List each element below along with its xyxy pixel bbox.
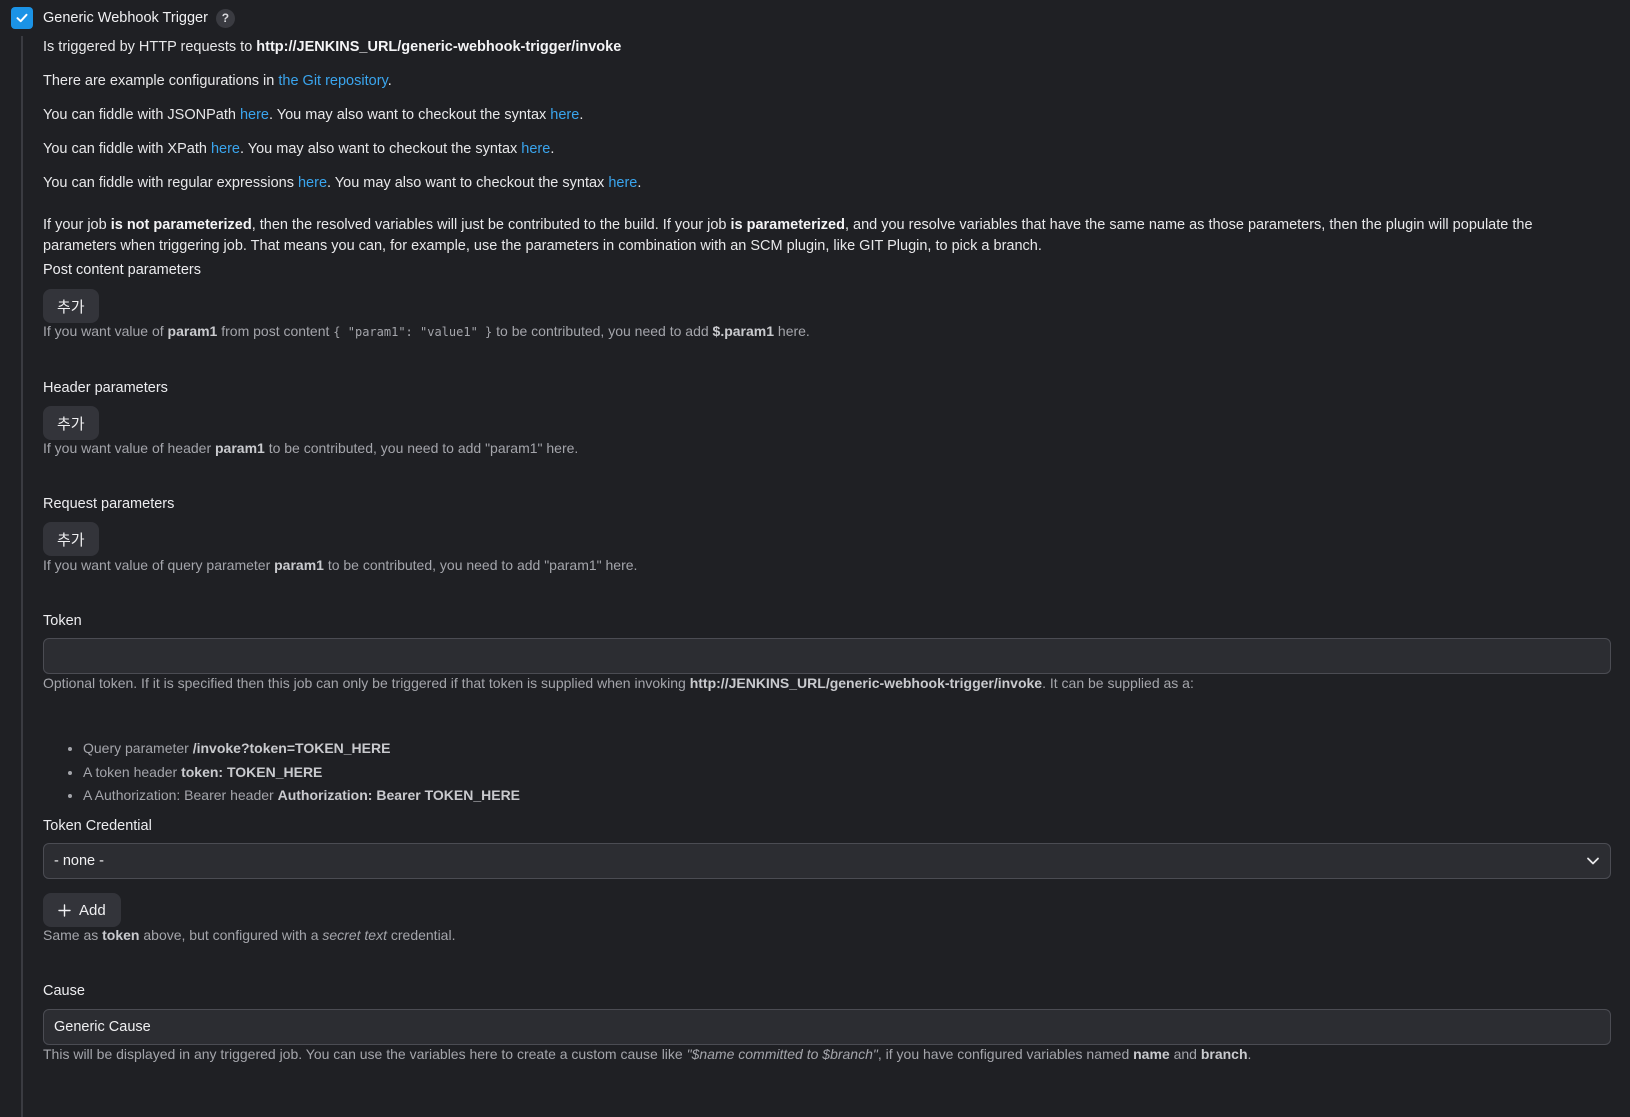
request-params-help: If you want value of query parameter par… [43,557,638,573]
token-label: Token [43,613,82,629]
token-input[interactable] [43,638,1611,674]
trigger-header: Generic Webhook Trigger ? [11,7,235,29]
help-icon[interactable]: ? [215,8,235,28]
list-item: A token header token: TOKEN_HERE [83,761,520,785]
cause-help: This will be displayed in any triggered … [43,1046,1252,1062]
add-credential-button[interactable]: Add [43,893,121,927]
xpath-syntax-link[interactable]: here [521,141,550,157]
regex-line: You can fiddle with regular expressions … [43,175,642,191]
intro-examples-line: There are example configurations in the … [43,73,392,89]
cause-label: Cause [43,983,85,999]
list-item: Query parameter /invoke?token=TOKEN_HERE [83,737,520,761]
jsonpath-syntax-link[interactable]: here [550,107,579,123]
token-credential-label: Token Credential [43,818,152,834]
regex-syntax-link[interactable]: here [608,175,637,191]
header-params-add-button[interactable]: 추가 [43,406,99,440]
xpath-fiddle-link[interactable]: here [211,141,240,157]
post-content-add-button[interactable]: 추가 [43,289,99,323]
header-params-label: Header parameters [43,380,168,396]
request-params-label: Request parameters [43,496,175,512]
regex-fiddle-link[interactable]: here [298,175,327,191]
jsonpath-fiddle-link[interactable]: here [240,107,269,123]
add-credential-label: Add [79,901,106,919]
checkmark-icon [16,13,28,23]
token-credential-select[interactable]: - none - [43,843,1611,879]
token-credential-selected: - none - [54,853,104,869]
parameterized-info: If your job is not parameterized, then t… [43,217,1533,254]
post-content-label: Post content parameters [43,262,201,278]
plus-icon [58,903,71,917]
token-credential-help: Same as token above, but configured with… [43,927,456,943]
intro-url-line: Is triggered by HTTP requests to http://… [43,39,622,55]
xpath-line: You can fiddle with XPath here. You may … [43,141,555,157]
list-item: A Authorization: Bearer header Authoriza… [83,784,520,808]
chevron-down-icon [1587,857,1599,865]
trigger-title: Generic Webhook Trigger [43,10,208,26]
invoke-url: http://JENKINS_URL/generic-webhook-trigg… [256,39,622,55]
enable-trigger-checkbox[interactable] [11,7,33,29]
header-params-help: If you want value of header param1 to be… [43,440,579,456]
post-content-help: If you want value of param1 from post co… [43,323,810,339]
jsonpath-line: You can fiddle with JSONPath here. You m… [43,107,584,123]
token-help: Optional token. If it is specified then … [43,675,1194,691]
cause-input[interactable]: Generic Cause [43,1009,1611,1045]
git-repository-link[interactable]: the Git repository [278,73,387,89]
section-rail [21,36,23,1117]
token-methods-list: Query parameter /invoke?token=TOKEN_HERE… [43,737,520,808]
request-params-add-button[interactable]: 추가 [43,522,99,556]
